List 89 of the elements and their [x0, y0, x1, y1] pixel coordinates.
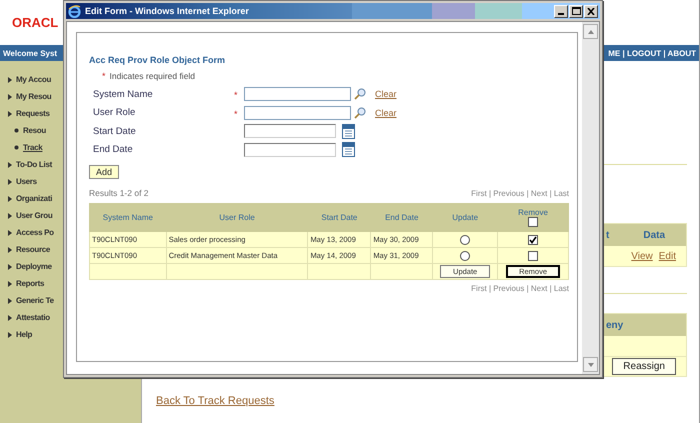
date-field[interactable] [244, 124, 336, 138]
sidebar-item[interactable]: Attestatio [16, 313, 50, 322]
arrow-icon [8, 196, 12, 202]
scroll-up-button[interactable] [583, 24, 598, 39]
sidebar-item[interactable]: Reports [16, 279, 44, 288]
results-count: Results 1-2 of 2 [89, 188, 149, 198]
column-header: t [605, 230, 610, 240]
caret-up-icon [588, 30, 594, 34]
input-field[interactable] [244, 106, 351, 120]
close-icon [587, 8, 595, 14]
search-icon [354, 106, 366, 119]
form-title: Acc Req Prov Role Object Form [89, 55, 226, 65]
column-header: Start Date [321, 213, 358, 222]
sidebar-item[interactable]: Organizati [16, 194, 52, 203]
window-title: Edit Form - Windows Internet Explorer [85, 6, 249, 16]
field-label: Start Date [92, 126, 137, 137]
arrow-icon [8, 314, 12, 320]
sidebar-item[interactable]: My Resou [16, 92, 52, 101]
sidebar-item[interactable]: My Accou [16, 75, 52, 84]
sidebar-item[interactable]: Resou [23, 126, 46, 135]
logo: ORACL [12, 15, 58, 30]
arrow-icon [8, 280, 12, 286]
minimize-button[interactable] [554, 4, 568, 18]
pagination[interactable]: First | Previous | Next | Last [471, 188, 569, 198]
checkmark-icon [529, 236, 538, 244]
column-header: Update [452, 213, 478, 222]
scrollbar[interactable] [582, 22, 599, 374]
sidebar-item[interactable]: Access Po [16, 228, 54, 237]
arrow-icon [8, 246, 12, 252]
browser-icon [68, 4, 81, 18]
arrow-icon [8, 76, 12, 82]
required-mark: * [234, 108, 238, 119]
arrow-icon [8, 212, 12, 218]
close-button[interactable] [584, 4, 598, 18]
column-header: System Name [102, 213, 153, 222]
top-links[interactable]: ME | LOGOUT | ABOUT [608, 48, 696, 58]
sidebar-item[interactable]: Generic Te [16, 296, 54, 305]
pagination[interactable]: First | Previous | Next | Last [471, 284, 569, 293]
arrow-icon [8, 230, 12, 236]
input-field[interactable] [244, 87, 351, 102]
sidebar-item[interactable]: Deployme [16, 262, 52, 271]
required-mark: * [102, 71, 106, 81]
column-header: Data [642, 230, 666, 240]
required-note: Indicates required field [110, 71, 196, 81]
calendar-icon[interactable] [342, 142, 355, 158]
maximize-icon [572, 7, 580, 15]
column-header: End Date [385, 213, 418, 222]
table-link[interactable]: Edit [658, 250, 676, 262]
arrow-icon [8, 332, 12, 338]
sidebar-item[interactable]: Track [23, 143, 42, 152]
sidebar-item[interactable]: User Grou [16, 211, 52, 220]
reassign-button[interactable]: Reassign [612, 358, 676, 375]
checkbox[interactable] [528, 250, 538, 260]
radio-button[interactable] [460, 234, 470, 244]
welcome-text: Welcome Syst [3, 48, 58, 58]
column-header: eny [605, 320, 624, 330]
sidebar-item[interactable]: To-Do List [16, 160, 52, 169]
required-mark: * [234, 90, 238, 100]
back-link[interactable]: Back To Track Requests [156, 395, 687, 407]
sidebar-item[interactable]: Resource [16, 245, 50, 254]
field-label: User Role [92, 107, 136, 118]
field-label: End Date [92, 144, 134, 156]
arrow-icon [8, 298, 12, 304]
arrow-icon [8, 162, 12, 168]
caret-down-icon [588, 362, 594, 366]
sidebar-item[interactable]: Users [16, 177, 37, 186]
bullet-icon [14, 128, 19, 133]
date-field[interactable] [244, 142, 336, 157]
radio-button[interactable] [460, 250, 470, 260]
bullet-icon [14, 145, 19, 150]
field-label: System Name [92, 88, 154, 100]
checkbox[interactable] [528, 217, 538, 227]
arrow-icon [8, 110, 12, 116]
sidebar-item[interactable]: Help [16, 330, 32, 339]
calendar-icon[interactable] [342, 124, 355, 139]
checkbox[interactable] [528, 234, 538, 244]
search-icon [354, 88, 366, 100]
clear-link[interactable]: Clear [375, 108, 397, 118]
table-link[interactable]: View [631, 250, 653, 262]
add-button[interactable]: Add [89, 165, 119, 179]
arrow-icon [8, 178, 12, 184]
scroll-down-button[interactable] [583, 357, 598, 372]
maximize-button[interactable] [569, 4, 583, 18]
sidebar-item[interactable]: Requests [16, 109, 50, 118]
column-header: User Role [219, 213, 255, 222]
column-header: Remove [518, 208, 548, 217]
arrow-icon [8, 264, 12, 270]
clear-link[interactable]: Clear [375, 89, 397, 100]
arrow-icon [8, 94, 12, 100]
